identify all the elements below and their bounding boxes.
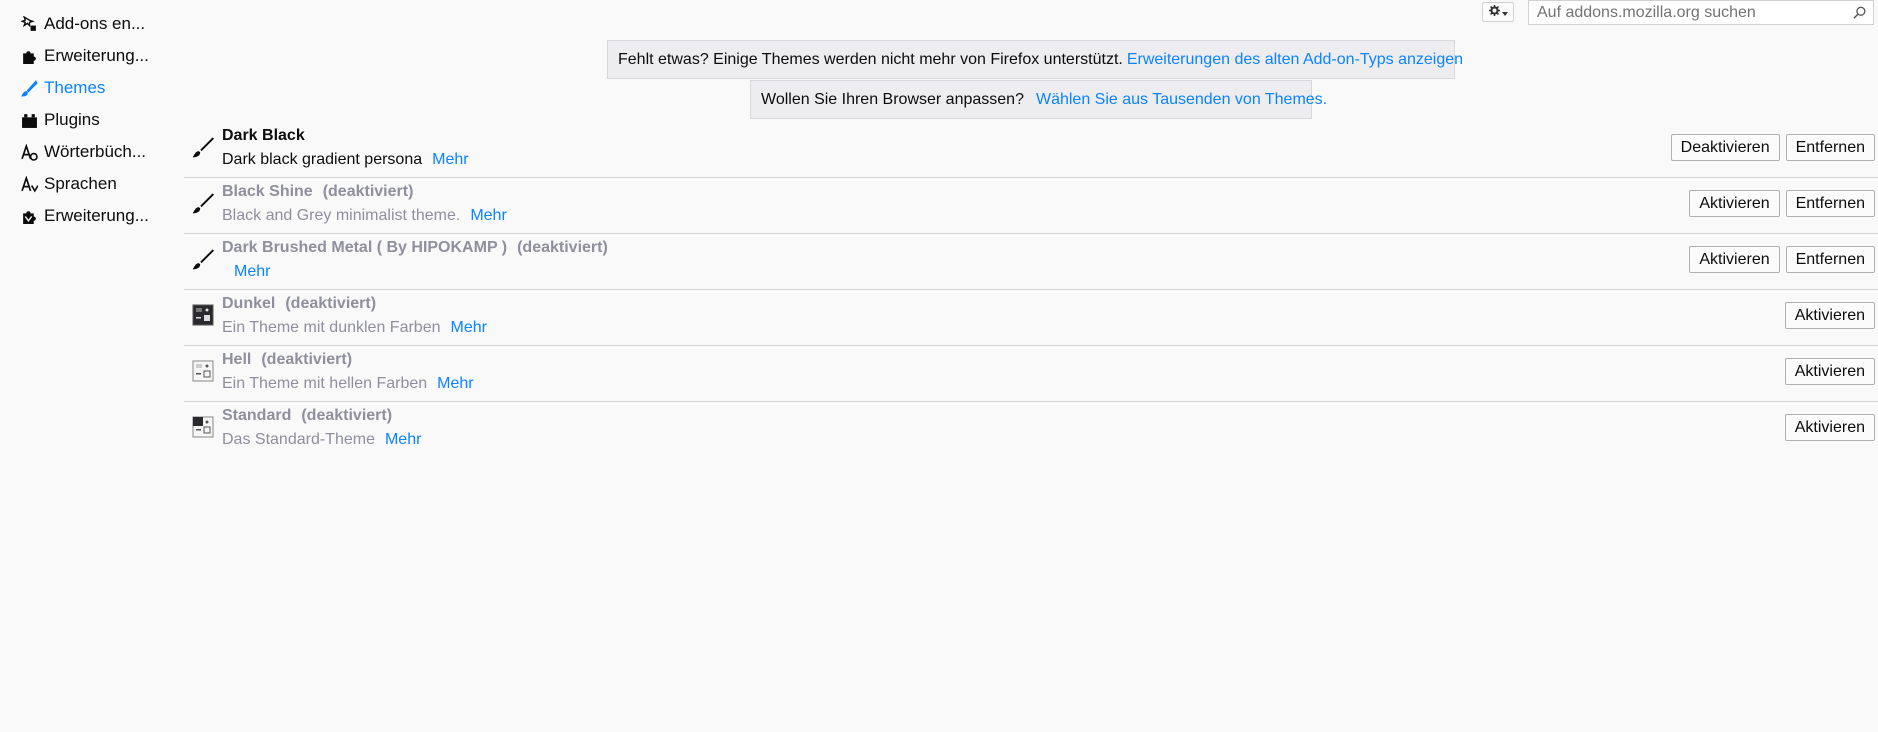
gear-icon xyxy=(1488,5,1500,19)
theme-controls: Aktivieren Entfernen xyxy=(1689,246,1875,273)
search-input[interactable] xyxy=(1529,1,1873,24)
enable-button[interactable]: Aktivieren xyxy=(1689,246,1780,273)
more-link[interactable]: Mehr xyxy=(450,319,486,336)
theme-row-dunkel[interactable]: Dunkel (deaktiviert) Ein Theme mit dunkle… xyxy=(184,290,1878,346)
sidebar-item-get-addons[interactable]: Add-ons en... xyxy=(0,8,160,40)
theme-row-hell[interactable]: Hell (deaktiviert) Ein Theme mit hellen F… xyxy=(184,346,1878,402)
theme-name: Hell (deaktiviert) xyxy=(222,351,352,369)
theme-status: (deaktiviert) xyxy=(301,407,393,424)
theme-controls: Aktivieren xyxy=(1784,414,1875,441)
sidebar-item-extensions[interactable]: Erweiterung... xyxy=(0,40,160,72)
theme-status: (deaktiviert) xyxy=(517,239,608,256)
theme-title: Hell xyxy=(222,351,252,368)
legacy-themes-notice: Fehlt etwas? Einige Themes werden nicht … xyxy=(607,40,1463,79)
amo-search-field[interactable] xyxy=(1528,0,1874,25)
tools-menu-button[interactable] xyxy=(1482,2,1514,22)
browse-themes-link[interactable]: Wählen Sie aus Tausenden von Themes. xyxy=(1036,91,1327,109)
get-addons-icon xyxy=(20,15,38,33)
search-icon[interactable] xyxy=(1853,5,1867,19)
theme-name: Dunkel (deaktiviert) xyxy=(222,295,376,313)
remove-button[interactable]: Entfernen xyxy=(1785,190,1875,217)
sidebar-item-label: Plugins xyxy=(44,110,100,129)
paintbrush-icon xyxy=(192,136,214,158)
theme-title: Standard xyxy=(222,407,292,424)
theme-row-standard[interactable]: Standard (deaktiviert) Das Standard-Theme… xyxy=(184,402,1878,458)
sidebar-item-label: Erweiterung... xyxy=(44,46,149,65)
theme-controls: Aktivieren xyxy=(1784,302,1875,329)
theme-description: Dark black gradient persona Mehr xyxy=(222,151,469,169)
sidebar-item-plugins[interactable]: Plugins xyxy=(0,104,160,136)
theme-row-dark-brushed-metal[interactable]: Dark Brushed Metal ( By HIPOKAMP ) (deakt… xyxy=(184,234,1878,290)
disable-button[interactable]: Deaktivieren xyxy=(1670,134,1780,161)
sidebar-item-dictionaries[interactable]: Wörterbüch... xyxy=(0,136,160,168)
categories-sidebar: Add-ons en... Erweiterung... Themes Plug… xyxy=(0,8,160,232)
light-theme-preview-icon xyxy=(192,360,214,382)
theme-description: Das Standard-Theme Mehr xyxy=(222,431,421,449)
theme-description-text: Ein Theme mit dunklen Farben xyxy=(222,319,441,336)
theme-name: Dark Black xyxy=(222,127,305,145)
puzzle-icon xyxy=(20,47,38,65)
theme-description: Ein Theme mit dunklen Farben Mehr xyxy=(222,319,487,337)
theme-controls: Aktivieren xyxy=(1784,358,1875,385)
theme-status: (deaktiviert) xyxy=(261,351,353,368)
language-icon xyxy=(20,175,38,193)
enable-button[interactable]: Aktivieren xyxy=(1784,302,1875,329)
paintbrush-icon xyxy=(20,79,38,97)
sidebar-item-languages[interactable]: Sprachen xyxy=(0,168,160,200)
theme-description: Black and Grey minimalist theme. Mehr xyxy=(222,207,507,225)
sidebar-item-label: Themes xyxy=(44,78,106,97)
sidebar-item-themes[interactable]: Themes xyxy=(0,72,160,104)
theme-title: Dark Brushed Metal ( By HIPOKAMP ) xyxy=(222,239,508,256)
theme-description-text: Das Standard-Theme xyxy=(222,431,375,448)
dictionary-icon xyxy=(20,143,38,161)
enable-button[interactable]: Aktivieren xyxy=(1784,358,1875,385)
theme-title: Black Shine xyxy=(222,183,313,200)
more-link[interactable]: Mehr xyxy=(234,263,270,280)
theme-description: Mehr xyxy=(222,263,270,281)
remove-button[interactable]: Entfernen xyxy=(1785,134,1875,161)
customize-notice: Wollen Sie Ihren Browser anpassen? Wähle… xyxy=(750,80,1327,119)
theme-description-text: Ein Theme mit hellen Farben xyxy=(222,375,428,392)
enable-button[interactable]: Aktivieren xyxy=(1689,190,1780,217)
theme-name: Dark Brushed Metal ( By HIPOKAMP ) (deakt… xyxy=(222,239,608,257)
more-link[interactable]: Mehr xyxy=(437,375,473,392)
remove-button[interactable]: Entfernen xyxy=(1785,246,1875,273)
enable-button[interactable]: Aktivieren xyxy=(1784,414,1875,441)
theme-status: (deaktiviert) xyxy=(285,295,377,312)
paintbrush-icon xyxy=(192,248,214,270)
sidebar-item-label: Sprachen xyxy=(44,174,117,193)
theme-list: Dark Black Dark black gradient persona Me… xyxy=(184,122,1878,458)
sidebar-item-legacy-extensions[interactable]: Erweiterung... xyxy=(0,200,160,232)
legacy-puzzle-icon xyxy=(20,207,38,225)
default-theme-preview-icon xyxy=(192,416,214,438)
theme-row-dark-black[interactable]: Dark Black Dark black gradient persona Me… xyxy=(184,122,1878,178)
theme-description: Ein Theme mit hellen Farben Mehr xyxy=(222,375,474,393)
theme-title: Dark Black xyxy=(222,127,305,144)
sidebar-item-label: Erweiterung... xyxy=(44,206,149,225)
more-link[interactable]: Mehr xyxy=(385,431,421,448)
sidebar-item-label: Wörterbüch... xyxy=(44,142,147,161)
theme-row-black-shine[interactable]: Black Shine (deaktiviert) Black and Grey … xyxy=(184,178,1878,234)
legacy-notice-text: Fehlt etwas? Einige Themes werden nicht … xyxy=(618,50,1123,68)
legacy-extensions-link[interactable]: Erweiterungen des alten Add-on-Typs anze… xyxy=(1127,51,1463,69)
sidebar-item-label: Add-ons en... xyxy=(44,14,146,33)
dark-theme-preview-icon xyxy=(192,304,214,326)
paintbrush-icon xyxy=(192,192,214,214)
theme-title: Dunkel xyxy=(222,295,276,312)
theme-name: Standard (deaktiviert) xyxy=(222,407,392,425)
theme-description-text: Black and Grey minimalist theme. xyxy=(222,207,461,224)
theme-controls: Deaktivieren Entfernen xyxy=(1670,134,1875,161)
customize-notice-text: Wollen Sie Ihren Browser anpassen? xyxy=(761,90,1024,108)
theme-status: (deaktiviert) xyxy=(322,183,414,200)
more-link[interactable]: Mehr xyxy=(432,151,468,168)
more-link[interactable]: Mehr xyxy=(470,207,506,224)
chevron-down-icon xyxy=(1501,5,1508,19)
plugin-icon xyxy=(20,111,38,129)
theme-name: Black Shine (deaktiviert) xyxy=(222,183,413,201)
theme-description-text: Dark black gradient persona xyxy=(222,151,423,168)
theme-controls: Aktivieren Entfernen xyxy=(1689,190,1875,217)
